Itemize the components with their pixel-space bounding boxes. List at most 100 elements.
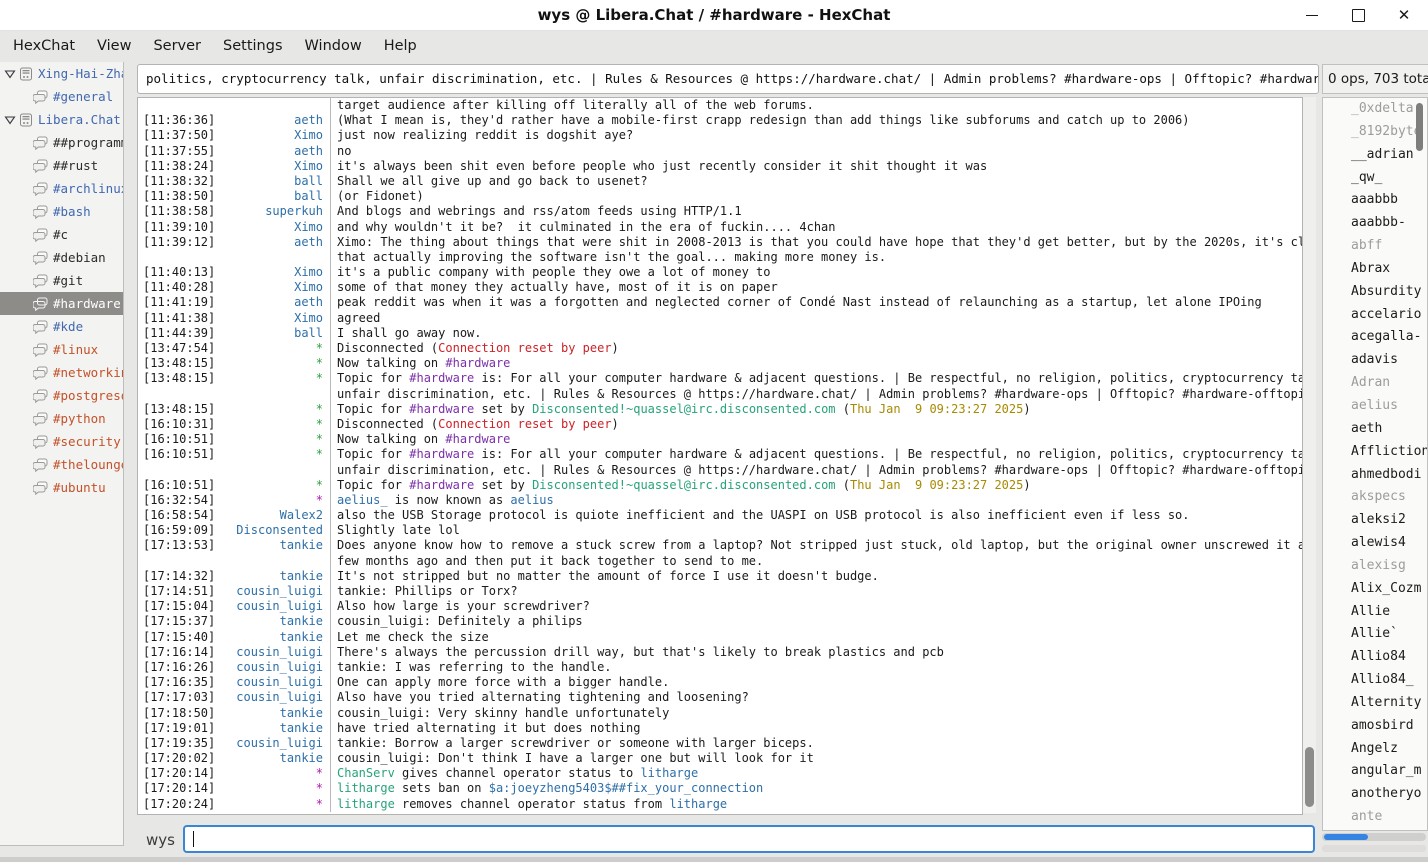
tree-channel--general[interactable]: #general — [0, 85, 123, 108]
tree-channel--rust[interactable]: ##rust — [0, 154, 123, 177]
tree-item-label: #debian — [53, 250, 106, 265]
user-list-item[interactable]: alexisg — [1323, 555, 1427, 578]
tree-channel--bash[interactable]: #bash — [0, 200, 123, 223]
tree-channel--ubuntu[interactable]: #ubuntu — [0, 476, 123, 499]
tree-channel--thelounge[interactable]: #thelounge — [0, 453, 123, 476]
topic-input[interactable]: politics, cryptocurrency talk, unfair di… — [137, 64, 1319, 94]
message-segment: #hardware — [409, 478, 474, 492]
maximize-icon[interactable] — [1350, 7, 1366, 23]
chat-line: [11:40:28]Ximosome of that money they ac… — [138, 280, 1302, 295]
tree-channel--postgresql[interactable]: #postgresql — [0, 384, 123, 407]
user-list-item[interactable]: akspecs — [1323, 486, 1427, 509]
close-icon[interactable]: ✕ — [1396, 7, 1412, 23]
user-list-item[interactable]: ante — [1323, 806, 1427, 829]
message-segment: Connection reset by peer — [438, 417, 611, 431]
tree-channel--programming[interactable]: ##programming — [0, 131, 123, 154]
event-marker: * — [223, 797, 330, 812]
user-list-item[interactable]: ahmedbodi — [1323, 464, 1427, 487]
user-list-item[interactable]: Allio84_ — [1323, 669, 1427, 692]
tree-channel--debian[interactable]: #debian — [0, 246, 123, 269]
user-list-item[interactable]: Allie` — [1323, 623, 1427, 646]
user-list-item[interactable]: amosbird — [1323, 715, 1427, 738]
menu-item-server[interactable]: Server — [142, 30, 212, 62]
message-segment: tankie: Borrow a larger screwdriver or s… — [337, 736, 814, 750]
user-list-item[interactable]: angular_m — [1323, 760, 1427, 783]
own-nick-label[interactable]: wys — [146, 828, 175, 852]
user-list-item[interactable]: __adrian — [1323, 144, 1427, 167]
minimize-icon[interactable] — [1304, 7, 1320, 23]
user-list-item[interactable]: _qw_ — [1323, 167, 1427, 190]
user-list-item[interactable]: aaabbb- — [1323, 212, 1427, 235]
user-list-item[interactable]: aeth — [1323, 418, 1427, 441]
message-segment: Does anyone know how to remove a stuck s… — [337, 538, 1302, 552]
message-segment: #hardware — [409, 402, 474, 416]
user-list-item[interactable]: Angelz — [1323, 738, 1427, 761]
tree-channel--kde[interactable]: #kde — [0, 315, 123, 338]
user-list-item[interactable]: Abrax — [1323, 258, 1427, 281]
event-marker: * — [223, 402, 330, 417]
tree-item-label: Libera.Chat — [38, 112, 121, 127]
message-input[interactable] — [183, 825, 1315, 853]
message-segment: tankie: Phillips or Torx? — [337, 584, 518, 598]
chat-scrollbar-handle[interactable] — [1305, 747, 1314, 807]
chat-scrollbar[interactable] — [1303, 97, 1316, 813]
user-list-item[interactable]: Adran — [1323, 372, 1427, 395]
tree-channel--security[interactable]: #security — [0, 430, 123, 453]
user-list-vscrollbar[interactable] — [1415, 99, 1424, 349]
user-list-item[interactable]: aelius — [1323, 395, 1427, 418]
user-list-item[interactable]: Alix_Cozm — [1323, 578, 1427, 601]
tree-channel--c[interactable]: #c — [0, 223, 123, 246]
channel-icon — [33, 182, 48, 196]
user-list-item[interactable]: aaabbb — [1323, 189, 1427, 212]
tree-channel--hardware[interactable]: #hardware — [0, 292, 123, 315]
server-icon — [19, 67, 33, 81]
message-segment: some of that money they actually have, m… — [337, 280, 778, 294]
chat-line: [17:18:50]tankiecousin_luigi: Very skinn… — [138, 706, 1302, 721]
user-list-item[interactable]: abff — [1323, 235, 1427, 258]
user-list-item[interactable]: accelario — [1323, 304, 1427, 327]
channel-icon — [33, 481, 48, 495]
user-list-item[interactable]: Affliction — [1323, 441, 1427, 464]
user-list-item[interactable]: Alternity — [1323, 692, 1427, 715]
menu-item-view[interactable]: View — [86, 30, 142, 62]
expander-icon[interactable] — [4, 114, 19, 126]
chat-line: [11:41:19]aethpeak reddit was when it wa… — [138, 295, 1302, 310]
user-list-item[interactable]: _8192byte — [1323, 121, 1427, 144]
user-list-item[interactable]: anotheryo — [1323, 783, 1427, 806]
user-list-item[interactable]: acegalla- — [1323, 326, 1427, 349]
user-list-hscrollbar-handle[interactable] — [1324, 834, 1368, 840]
tree-channel--linux[interactable]: #linux — [0, 338, 123, 361]
user-list-item[interactable]: alewis4 — [1323, 532, 1427, 555]
user-list-item[interactable]: Allie — [1323, 601, 1427, 624]
user-list-item[interactable]: _0xdelta — [1323, 98, 1427, 121]
message-segment: Topic for — [337, 371, 409, 385]
tree-channel--archlinux[interactable]: #archlinux — [0, 177, 123, 200]
user-list-item[interactable]: adavis — [1323, 349, 1427, 372]
chat-line: [17:20:24]*litharge removes channel oper… — [138, 797, 1302, 812]
user-list-hscrollbar[interactable] — [1322, 833, 1426, 841]
user-list-vscrollbar-handle[interactable] — [1416, 103, 1423, 151]
menu-item-hexchat[interactable]: HexChat — [2, 30, 86, 62]
tree-item-label: #postgresql — [53, 388, 123, 403]
user-list-item[interactable]: Allio84 — [1323, 646, 1427, 669]
menu-item-help[interactable]: Help — [373, 30, 428, 62]
message-segment: Disconsented!~quassel@irc.disconsented.c… — [532, 478, 835, 492]
tree-channel--git[interactable]: #git — [0, 269, 123, 292]
tree-channel--networking[interactable]: #networking — [0, 361, 123, 384]
tree-item-label: #thelounge — [53, 457, 123, 472]
message-segment: Thu Jan 9 09:23:27 2025 — [850, 402, 1023, 416]
tree-server-xing-hai-zhan[interactable]: Xing-Hai-Zhan — [0, 62, 123, 85]
tree-server-libera-chat[interactable]: Libera.Chat — [0, 108, 123, 131]
message-segment: it's always been shit even before people… — [337, 159, 987, 173]
channel-icon — [33, 389, 48, 403]
menu-item-settings[interactable]: Settings — [212, 30, 293, 62]
tree-item-label: #git — [53, 273, 83, 288]
tree-channel--python[interactable]: #python — [0, 407, 123, 430]
user-list-item[interactable]: Absurdity — [1323, 281, 1427, 304]
menu-item-window[interactable]: Window — [294, 30, 373, 62]
nick: tankie — [223, 569, 330, 584]
user-list-item[interactable]: aleksi2 — [1323, 509, 1427, 532]
user-list-hscrollbar-track[interactable] — [1322, 845, 1426, 852]
timestamp: [17:19:35] — [138, 736, 223, 751]
expander-icon[interactable] — [4, 68, 19, 80]
